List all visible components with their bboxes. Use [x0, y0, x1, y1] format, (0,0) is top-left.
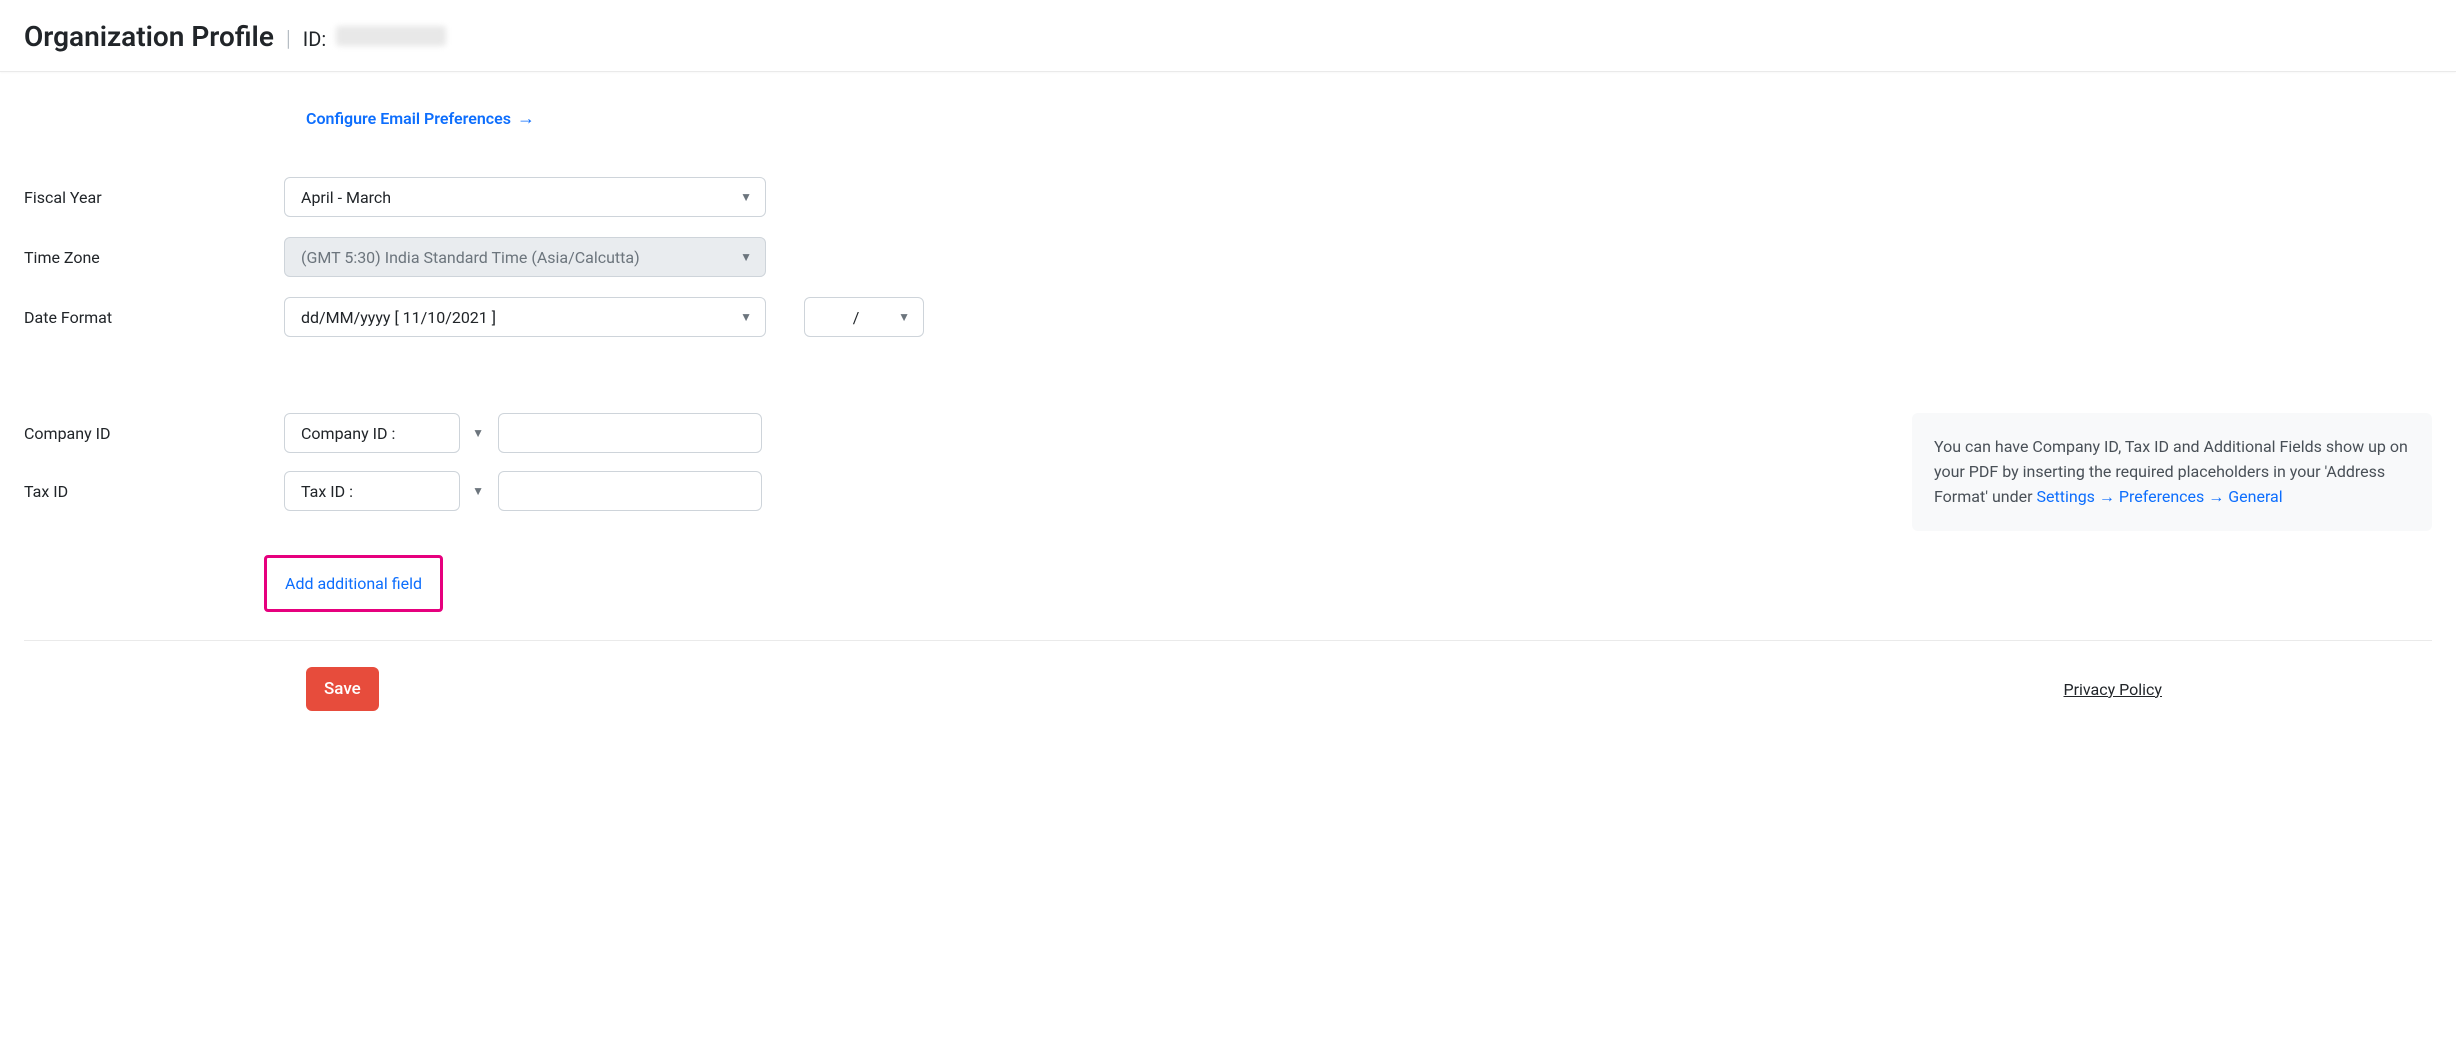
- info-link-settings[interactable]: Settings: [2037, 487, 2095, 506]
- row-time-zone: Time Zone (GMT 5:30) India Standard Time…: [24, 237, 2432, 277]
- email-prefs-row: Configure Email Preferences →: [306, 108, 2432, 129]
- date-format-select[interactable]: dd/MM/yyyy [ 11/10/2021 ] ▼: [284, 297, 766, 337]
- ids-section: Company ID Company ID : ▼ Tax ID Tax ID …: [24, 413, 2432, 531]
- save-button[interactable]: Save: [306, 667, 379, 711]
- add-additional-field-link[interactable]: Add additional field: [285, 574, 422, 593]
- privacy-policy-link[interactable]: Privacy Policy: [2064, 680, 2163, 699]
- id-label: ID:: [303, 27, 326, 51]
- tax-id-type-value: Tax ID :: [301, 482, 353, 501]
- chevron-down-icon: ▼: [472, 426, 484, 440]
- info-arrow-2: →: [2208, 487, 2224, 506]
- row-company-id: Company ID Company ID : ▼: [24, 413, 762, 453]
- date-separator-select[interactable]: / ▼: [804, 297, 924, 337]
- fiscal-year-value: April - March: [301, 188, 391, 207]
- form-divider: [24, 640, 2432, 641]
- company-id-type-value: Company ID :: [301, 424, 395, 443]
- chevron-down-icon: ▼: [740, 250, 752, 264]
- label-time-zone: Time Zone: [24, 248, 284, 267]
- tax-id-input[interactable]: [498, 471, 762, 511]
- chevron-down-icon: ▼: [472, 484, 484, 498]
- label-tax-id: Tax ID: [24, 482, 284, 501]
- chevron-down-icon: ▼: [740, 310, 752, 324]
- info-link-general[interactable]: General: [2228, 487, 2282, 506]
- org-id-value-redacted: [336, 26, 446, 46]
- date-format-value: dd/MM/yyyy [ 11/10/2021 ]: [301, 308, 496, 327]
- info-link-preferences[interactable]: Preferences: [2119, 487, 2204, 506]
- time-zone-value: (GMT 5:30) India Standard Time (Asia/Cal…: [301, 248, 640, 267]
- label-date-format: Date Format: [24, 308, 284, 327]
- configure-email-label: Configure Email Preferences: [306, 109, 511, 128]
- footer-row: Save Privacy Policy: [24, 667, 2432, 735]
- time-zone-select[interactable]: (GMT 5:30) India Standard Time (Asia/Cal…: [284, 237, 766, 277]
- row-date-format: Date Format dd/MM/yyyy [ 11/10/2021 ] ▼ …: [24, 297, 2432, 337]
- page-header: Organization Profile | ID:: [0, 0, 2456, 72]
- title-separator: |: [286, 27, 291, 52]
- date-separator-value: /: [853, 308, 860, 327]
- chevron-down-icon: ▼: [740, 190, 752, 204]
- label-fiscal-year: Fiscal Year: [24, 188, 284, 207]
- label-company-id: Company ID: [24, 424, 284, 443]
- row-tax-id: Tax ID Tax ID : ▼: [24, 471, 762, 511]
- info-arrow-1: →: [2099, 487, 2115, 506]
- company-id-input[interactable]: [498, 413, 762, 453]
- configure-email-link[interactable]: Configure Email Preferences →: [306, 108, 535, 129]
- arrow-right-icon: →: [517, 108, 535, 129]
- tax-id-type-select[interactable]: Tax ID : ▼: [284, 471, 460, 511]
- info-box: You can have Company ID, Tax ID and Addi…: [1912, 413, 2432, 531]
- fiscal-year-select[interactable]: April - March ▼: [284, 177, 766, 217]
- chevron-down-icon: ▼: [898, 310, 910, 324]
- row-fiscal-year: Fiscal Year April - March ▼: [24, 177, 2432, 217]
- form-content: Configure Email Preferences → Fiscal Yea…: [0, 108, 2456, 735]
- company-id-type-select[interactable]: Company ID : ▼: [284, 413, 460, 453]
- page-title: Organization Profile: [24, 20, 274, 53]
- add-field-highlight: Add additional field: [264, 555, 443, 612]
